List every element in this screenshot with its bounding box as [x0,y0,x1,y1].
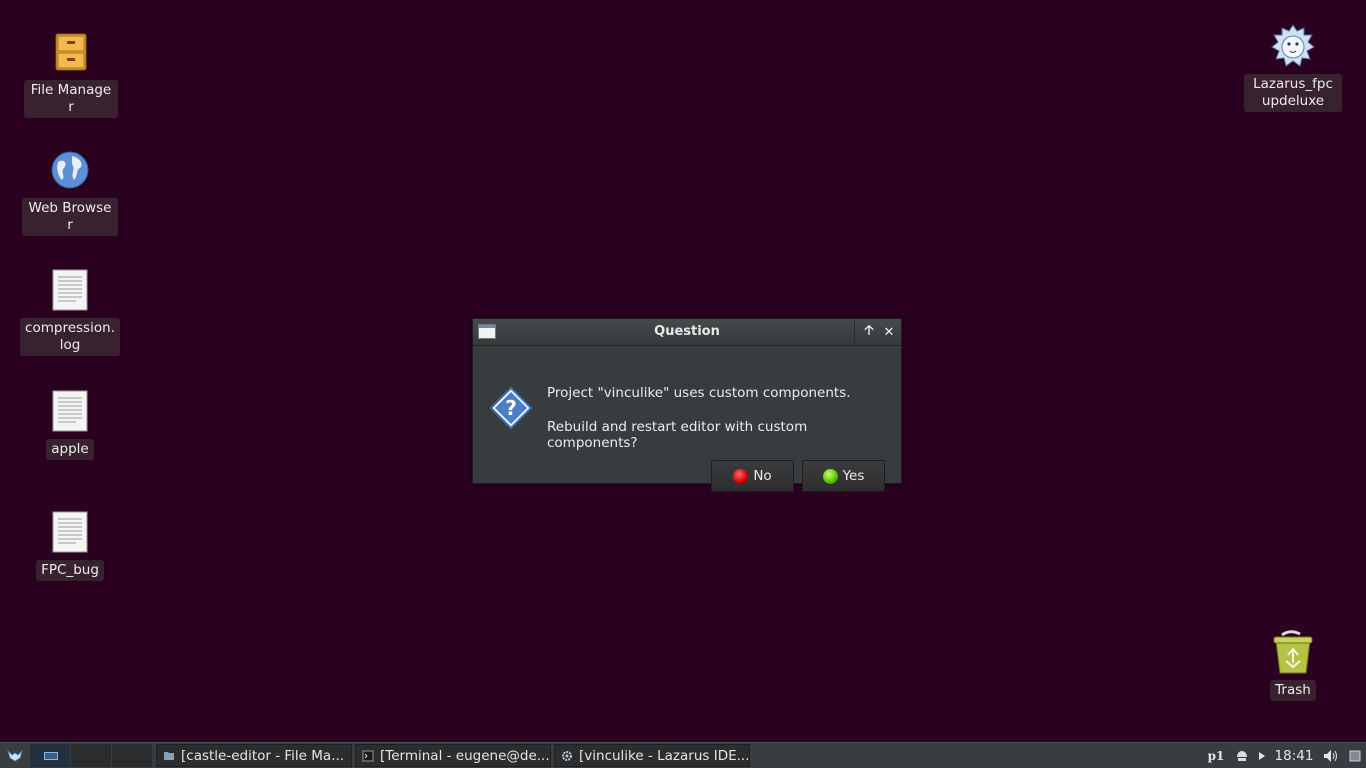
trash-icon [1269,628,1317,676]
gear-icon [562,750,572,761]
no-button-label: No [753,468,772,484]
desktop-icon-file-manager[interactable]: File Manager [24,28,118,118]
tray-expand-arrow-icon[interactable] [1254,743,1270,768]
maximize-icon[interactable]: 🡡 [859,322,879,342]
terminal-icon [362,750,374,761]
system-tray: p1 18:41 [1202,743,1366,768]
applications-menu-button[interactable] [0,743,30,768]
question-dialog: Question 🡡 ✕ ? Project "vinculike" uses … [472,318,902,492]
task-label: [Terminal - eugene@de... [380,747,550,764]
dialog-message-line1: Project "vinculike" uses custom componen… [547,385,851,401]
workspace-2[interactable] [71,744,111,767]
clock[interactable]: 18:41 [1270,743,1318,768]
red-circle-icon [733,468,749,484]
volume-icon[interactable] [1318,743,1344,768]
workspace-3[interactable] [112,744,152,767]
no-button[interactable]: No [711,460,794,492]
dialog-message-line2: Rebuild and restart editor with custom c… [547,419,808,451]
desktop-icon-fpc-bug[interactable]: FPC_bug [22,508,118,581]
globe-icon [46,146,94,194]
folder-icon [164,751,174,760]
task-label: [castle-editor - File Ma... [181,747,345,764]
desktop-icon-trash[interactable]: Trash [1262,628,1324,701]
desktop-icon-label: apple [46,439,94,460]
question-icon: ? [489,386,533,430]
desktop-icon-apple[interactable]: apple [22,387,118,460]
dialog-title: Question [654,324,720,339]
taskbar: [castle-editor - File Ma... [Terminal - … [0,742,1366,768]
desktop-icon-label: Web Browser [22,198,118,236]
task-label: [vinculike - Lazarus IDE... [579,747,750,764]
notification-icon[interactable] [1344,743,1366,768]
desktop-icon-compression-log[interactable]: compression.log [20,266,120,356]
green-circle-icon [822,468,838,484]
app-menu-icon [7,749,23,761]
network-icon[interactable] [1230,743,1254,768]
yes-button[interactable]: Yes [802,460,885,492]
file-cabinet-icon [47,28,95,76]
text-file-icon [46,508,94,556]
desktop-icon-label: FPC_bug [36,560,104,581]
dialog-body: ? Project "vinculike" uses custom compon… [473,346,901,492]
keyboard-layout-indicator[interactable]: p1 [1202,743,1230,768]
desktop-icon-label: Lazarus_fpcupdeluxe [1244,74,1342,112]
task-castle-editor[interactable]: [castle-editor - File Ma... [156,744,352,767]
yes-button-label: Yes [842,468,865,484]
text-file-icon [46,387,94,435]
workspace-1[interactable] [30,744,70,767]
text-file-icon [46,266,94,314]
dialog-titlebar[interactable]: Question 🡡 ✕ [473,319,901,346]
svg-text:?: ? [505,396,517,420]
cheetah-icon [1269,22,1317,70]
titlebar-buttons: 🡡 ✕ [854,321,899,343]
desktop-icon-label: File Manager [24,80,118,118]
desktop-icon-label: compression.log [20,318,120,356]
desktop-icon-lazarus[interactable]: Lazarus_fpcupdeluxe [1244,22,1342,112]
task-terminal[interactable]: [Terminal - eugene@de... [355,744,551,767]
desktop-icon-web-browser[interactable]: Web Browser [22,146,118,236]
close-icon[interactable]: ✕ [879,322,899,342]
task-lazarus-ide[interactable]: [vinculike - Lazarus IDE... [554,744,750,767]
desktop-icon-label: Trash [1270,680,1316,701]
